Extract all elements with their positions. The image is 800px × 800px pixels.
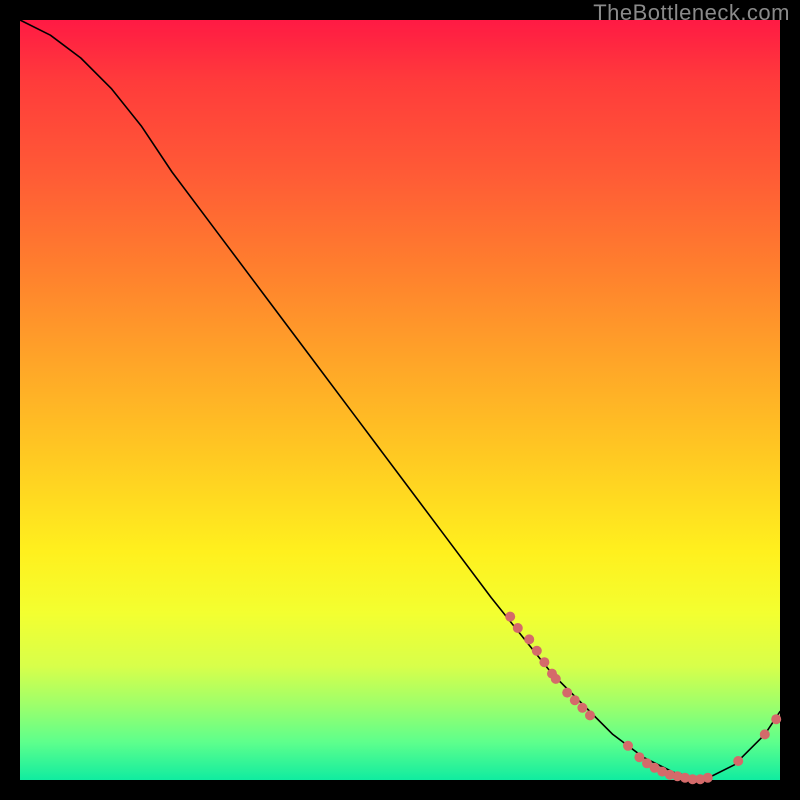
data-marker — [771, 714, 781, 724]
plot-area — [20, 20, 780, 780]
marker-group — [505, 612, 781, 785]
data-marker — [562, 688, 572, 698]
bottleneck-curve — [20, 20, 780, 780]
data-marker — [703, 773, 713, 783]
data-marker — [505, 612, 515, 622]
data-marker — [551, 674, 561, 684]
plot-svg — [20, 20, 780, 780]
data-marker — [532, 646, 542, 656]
data-marker — [539, 657, 549, 667]
data-marker — [585, 710, 595, 720]
chart-stage: TheBottleneck.com — [0, 0, 800, 800]
data-marker — [513, 623, 523, 633]
data-marker — [570, 695, 580, 705]
data-marker — [733, 756, 743, 766]
data-marker — [760, 729, 770, 739]
data-marker — [577, 703, 587, 713]
data-marker — [524, 634, 534, 644]
data-marker — [623, 741, 633, 751]
